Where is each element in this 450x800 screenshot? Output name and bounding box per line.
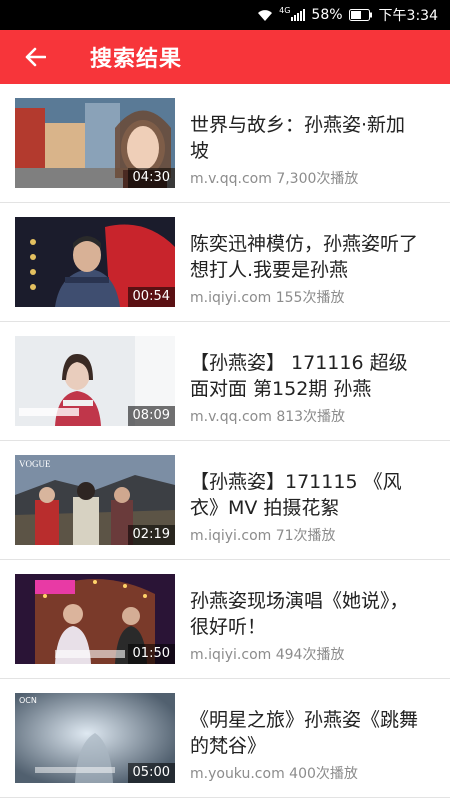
result-item[interactable]: 04:30 世界与故乡：孙燕姿·新加坡 m.v.qq.com 7,300次播放 bbox=[0, 84, 450, 203]
play-count: 813次播放 bbox=[276, 409, 346, 425]
video-thumbnail[interactable]: 04:30 bbox=[15, 98, 175, 188]
play-count: 71次播放 bbox=[275, 528, 336, 544]
clock: 下午3:34 bbox=[378, 8, 438, 24]
play-count: 400次播放 bbox=[289, 766, 358, 782]
video-source: m.iqiyi.com bbox=[190, 290, 272, 306]
battery-percent: 58% bbox=[311, 7, 343, 23]
video-title[interactable]: 孙燕姿现场演唱《她说》，很好听！ bbox=[190, 588, 422, 640]
video-title[interactable]: 【孙燕姿】 171116 超级面对面 第152期 孙燕 bbox=[190, 350, 422, 402]
video-title[interactable]: 陈奕迅神模仿，孙燕姿听了想打人.我要是孙燕 bbox=[190, 231, 422, 283]
video-title[interactable]: 《明星之旅》孙燕姿《跳舞的梵谷》 bbox=[190, 707, 422, 759]
video-meta: m.iqiyi.com 71次播放 bbox=[190, 525, 336, 545]
video-meta: m.iqiyi.com 155次播放 bbox=[190, 287, 344, 307]
result-item[interactable]: 01:50 孙燕姿现场演唱《她说》，很好听！ m.iqiyi.com 494次播… bbox=[0, 560, 450, 679]
video-duration: 08:09 bbox=[127, 406, 175, 426]
result-item[interactable]: 00:54 陈奕迅神模仿，孙燕姿听了想打人.我要是孙燕 m.iqiyi.com … bbox=[0, 203, 450, 322]
video-duration: 01:50 bbox=[127, 644, 175, 664]
video-title[interactable]: 【孙燕姿】171115 《风衣》MV 拍摄花絮 bbox=[190, 469, 422, 521]
results-list: 04:30 世界与故乡：孙燕姿·新加坡 m.v.qq.com 7,300次播放 … bbox=[0, 84, 450, 798]
status-bar: 4G 58% 下午3:34 bbox=[0, 0, 450, 30]
video-thumbnail[interactable]: 01:50 bbox=[15, 574, 175, 664]
video-duration: 02:19 bbox=[127, 525, 175, 545]
arrow-left-icon bbox=[25, 47, 46, 67]
battery-icon bbox=[348, 9, 373, 21]
network-type: 4G bbox=[279, 5, 291, 15]
app-bar: 搜索结果 bbox=[0, 30, 450, 84]
video-thumbnail[interactable]: VOGUE 02:19 bbox=[15, 455, 175, 545]
video-meta: m.v.qq.com 7,300次播放 bbox=[190, 168, 358, 188]
video-thumbnail[interactable]: 00:54 bbox=[15, 217, 175, 307]
svg-text:OCN: OCN bbox=[19, 696, 37, 705]
video-meta: m.v.qq.com 813次播放 bbox=[190, 406, 345, 426]
play-count: 7,300次播放 bbox=[276, 171, 359, 187]
video-duration: 00:54 bbox=[127, 287, 175, 307]
result-item[interactable]: OCN 05:00 《明星之旅》孙燕姿《跳舞的梵谷》 m.youku.com 4… bbox=[0, 679, 450, 798]
video-meta: m.youku.com 400次播放 bbox=[190, 763, 358, 783]
play-count: 494次播放 bbox=[275, 647, 345, 663]
play-count: 155次播放 bbox=[275, 290, 345, 306]
video-duration: 05:00 bbox=[127, 763, 175, 783]
video-title[interactable]: 世界与故乡：孙燕姿·新加坡 bbox=[190, 112, 422, 164]
video-duration: 04:30 bbox=[127, 168, 175, 188]
video-thumbnail[interactable]: 08:09 bbox=[15, 336, 175, 426]
cell-signal-icon: 4G bbox=[279, 5, 306, 21]
video-thumbnail[interactable]: OCN 05:00 bbox=[15, 693, 175, 783]
result-item[interactable]: 08:09 【孙燕姿】 171116 超级面对面 第152期 孙燕 m.v.qq… bbox=[0, 322, 450, 441]
video-source: m.v.qq.com bbox=[190, 409, 272, 425]
wifi-icon bbox=[257, 9, 273, 22]
video-source: m.iqiyi.com bbox=[190, 647, 272, 663]
video-source: m.iqiyi.com bbox=[190, 528, 272, 544]
page-title: 搜索结果 bbox=[90, 47, 183, 72]
video-source: m.youku.com bbox=[190, 766, 285, 782]
back-button[interactable] bbox=[0, 30, 70, 84]
video-meta: m.iqiyi.com 494次播放 bbox=[190, 644, 344, 664]
result-item[interactable]: VOGUE 02:19 【孙燕姿】171115 《风衣》MV 拍摄花絮 m.iq… bbox=[0, 441, 450, 560]
svg-text:VOGUE: VOGUE bbox=[19, 459, 51, 469]
video-source: m.v.qq.com bbox=[190, 171, 272, 187]
